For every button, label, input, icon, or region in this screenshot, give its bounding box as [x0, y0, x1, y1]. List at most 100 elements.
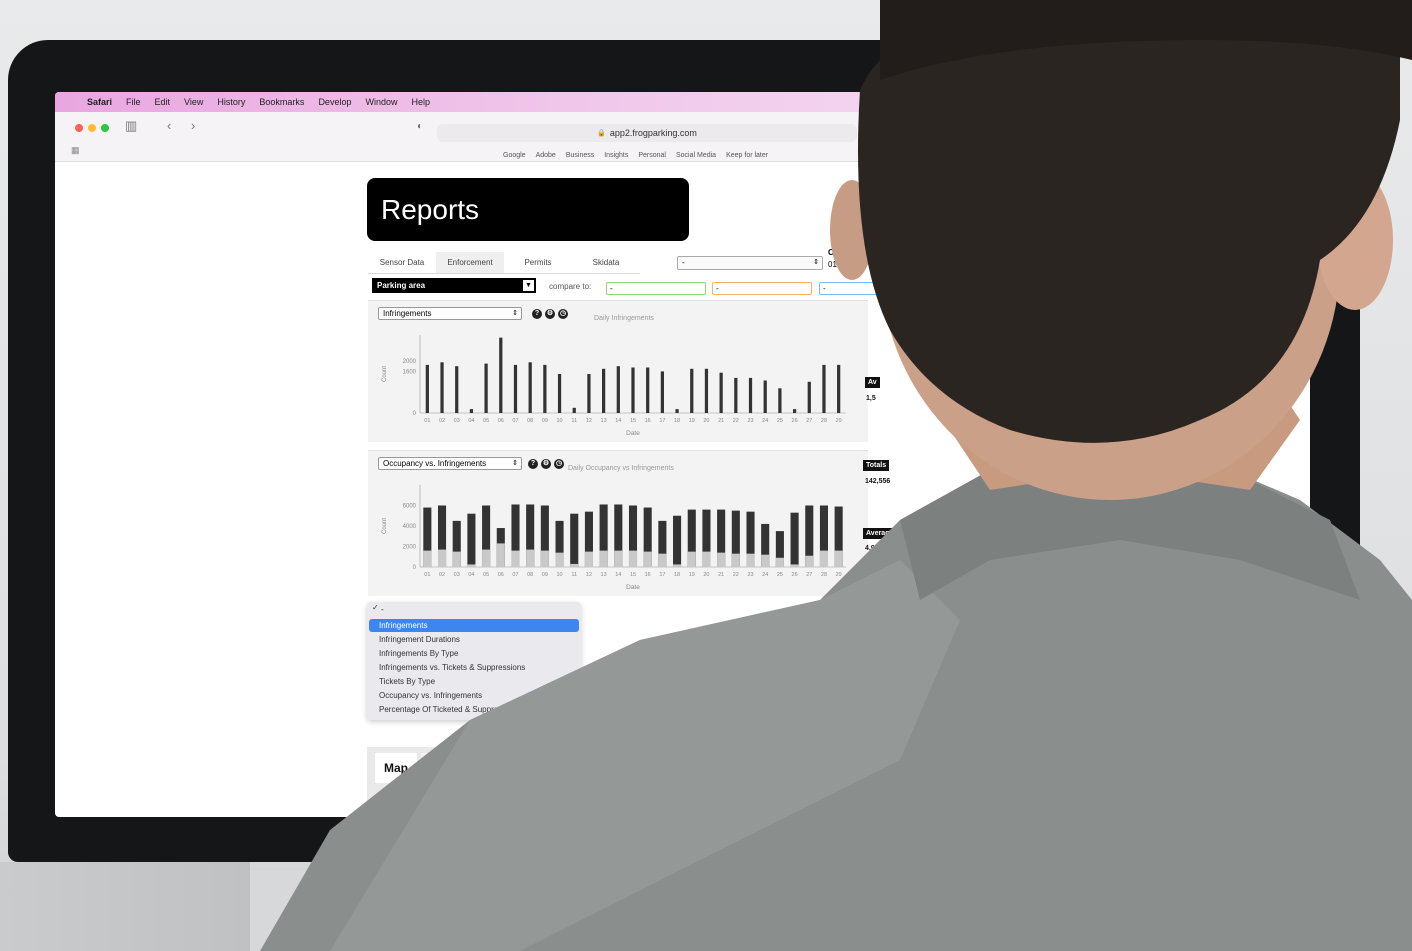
tab-sensor-data[interactable]: Sensor Data	[368, 252, 436, 274]
bookmark-folder[interactable]: Keep for later	[726, 152, 768, 159]
bar	[719, 372, 723, 413]
close-window-button[interactable]	[75, 124, 83, 132]
x-tick-label: 28	[821, 418, 827, 424]
bar	[702, 551, 711, 567]
chart-panel-infringements: Infringements ⇕ ? ⚙ ◷ Daily Infringement…	[368, 300, 868, 442]
parking-area-select[interactable]: Parking area ▼	[372, 278, 536, 293]
dropdown-option[interactable]: Infringements vs. Tickets & Suppressions	[379, 661, 575, 674]
x-tick-label: 23	[747, 418, 753, 424]
bar	[837, 364, 841, 413]
period-select[interactable]: - ⇕	[677, 256, 823, 270]
menu-window[interactable]: Window	[365, 97, 397, 107]
bar	[584, 551, 593, 567]
menu-history[interactable]: History	[217, 97, 245, 107]
x-tick-label: 14	[615, 418, 621, 424]
x-tick-label: 24	[762, 418, 768, 424]
sidebar-icon[interactable]: ▥	[125, 118, 137, 134]
macos-menubar: Safari File Edit View History Bookmarks …	[55, 92, 1310, 112]
metric-select[interactable]: Occupancy vs. Infringements ⇕	[378, 457, 522, 470]
clock-icon[interactable]: ◷	[558, 309, 568, 319]
bar	[646, 367, 650, 413]
dropdown-current-option[interactable]: -	[381, 603, 577, 616]
bar	[599, 550, 608, 567]
x-tick-label: 12	[586, 572, 592, 578]
x-tick-label: 13	[601, 572, 607, 578]
date-range: 01 Fe	[828, 260, 849, 269]
back-icon[interactable]: ‹	[167, 118, 171, 133]
settings-icon[interactable]: ⚙	[545, 309, 555, 319]
menu-bookmarks[interactable]: Bookmarks	[259, 97, 304, 107]
bookmark-folder[interactable]: Personal	[638, 152, 666, 159]
forward-icon[interactable]: ›	[191, 118, 195, 133]
bookmark-folder[interactable]: Business	[566, 152, 594, 159]
x-tick-label: 23	[747, 572, 753, 578]
dropdown-option[interactable]: Infringements By Type	[379, 647, 575, 660]
menu-help[interactable]: Help	[411, 97, 430, 107]
map-widget[interactable]: Map S	[367, 747, 567, 817]
tab-enforcement[interactable]: Enforcement	[436, 252, 504, 274]
x-tick-label: 02	[439, 418, 445, 424]
x-tick-label: 07	[512, 418, 518, 424]
bar	[778, 388, 782, 413]
dropdown-option[interactable]: Infringements	[369, 619, 579, 632]
favorites-grid-icon[interactable]: ▦	[71, 145, 80, 156]
address-bar[interactable]: 🔒 app2.frogparking.com	[437, 124, 857, 142]
bar	[440, 362, 444, 413]
monitor-stand	[0, 862, 250, 951]
bookmark-folder[interactable]: Social Media	[676, 152, 716, 159]
metric-dropdown-menu: ✓ - Infringements Infringement Durations…	[367, 602, 581, 720]
menu-file[interactable]: File	[126, 97, 141, 107]
averages-value: 4,915.72	[865, 545, 893, 552]
bar	[748, 377, 753, 413]
bar	[704, 368, 709, 413]
menu-app-name[interactable]: Safari	[87, 97, 112, 107]
compare-select-3[interactable]: -	[819, 282, 919, 295]
satellite-view-button[interactable]: S	[421, 753, 451, 783]
minimize-window-button[interactable]	[88, 124, 96, 132]
tab-permits[interactable]: Permits	[504, 252, 572, 274]
dropdown-option[interactable]: Percentage Of Ticketed & Suppressed Infr…	[379, 703, 575, 716]
x-tick-label: 09	[542, 572, 548, 578]
bookmark-folder[interactable]: Google	[503, 152, 526, 159]
compare-select-1[interactable]: -	[606, 282, 706, 295]
tab-skidata[interactable]: Skidata	[572, 252, 640, 274]
menu-edit[interactable]: Edit	[155, 97, 171, 107]
bar	[499, 337, 503, 413]
metric-select[interactable]: Infringements ⇕	[378, 307, 522, 320]
bookmark-folder[interactable]: Insights	[604, 152, 628, 159]
x-tick-label: 17	[659, 418, 665, 424]
bar	[602, 368, 606, 413]
zoom-window-button[interactable]	[101, 124, 109, 132]
bar	[469, 409, 474, 413]
lock-icon: 🔒	[597, 130, 606, 137]
dropdown-option[interactable]: Occupancy vs. Infringements	[379, 689, 575, 702]
bar	[792, 409, 797, 413]
menu-view[interactable]: View	[184, 97, 203, 107]
dropdown-option[interactable]: Tickets By Type	[379, 675, 575, 688]
bar	[746, 553, 755, 567]
shield-icon[interactable]: ◐	[417, 121, 423, 132]
clock-icon[interactable]: ◷	[554, 459, 564, 469]
window-controls	[75, 124, 109, 132]
dropdown-option[interactable]: Infringement Durations	[379, 633, 575, 646]
compare-select-2[interactable]: -	[712, 282, 812, 295]
averages-label: Averages (/da	[863, 528, 915, 539]
x-tick-label: 10	[556, 418, 562, 424]
menu-develop[interactable]: Develop	[318, 97, 351, 107]
x-tick-label: 19	[689, 572, 695, 578]
bar	[673, 564, 682, 567]
bar	[526, 549, 535, 567]
bar	[511, 550, 520, 567]
x-tick-label: 04	[468, 572, 474, 578]
settings-icon[interactable]: ⚙	[541, 459, 551, 469]
help-icon[interactable]: ?	[532, 309, 542, 319]
y-tick-label: 2000	[403, 359, 417, 365]
x-tick-label: 13	[601, 418, 607, 424]
bar	[484, 363, 488, 413]
bar	[423, 550, 432, 567]
bookmark-folder[interactable]: Adobe	[536, 152, 556, 159]
average-value: 1,5	[866, 395, 876, 402]
map-view-button[interactable]: Map	[375, 753, 417, 783]
help-icon[interactable]: ?	[528, 459, 538, 469]
chevron-updown-icon: ⇕	[813, 259, 819, 266]
